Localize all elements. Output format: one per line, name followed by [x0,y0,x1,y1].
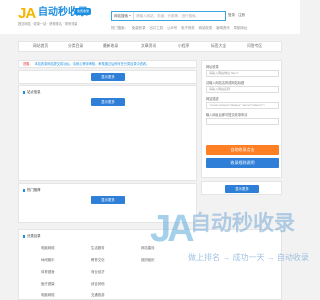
search-bar: 网站搜索 [111,11,226,21]
hot-word[interactable]: 导航网址 [234,26,248,30]
panel-title: 分类目录 [23,233,41,238]
chevron-down-icon [129,15,131,16]
side-label: 网站描述 [206,97,219,101]
notice-text: 本站收录网站提交成功后，请耐心等待审核，审核通过后即可在分类目录中查看。 [34,62,150,66]
nav-item-tags[interactable]: 标签大全 [211,42,226,51]
nav-item-articles[interactable]: 文章资讯 [141,42,156,51]
title-marker-icon [23,188,25,192]
side-label: 请输入网站名称或网站标题 [206,81,245,85]
hot-word[interactable]: 新闻资讯 [216,26,230,30]
show-more-button[interactable]: 显示更多 [225,185,259,193]
watermark-mark: JA [150,208,195,250]
search-type-select[interactable]: 网站搜索 [112,12,134,20]
rules-button[interactable]: 收录规则说明 [206,158,279,168]
title-marker-icon [23,234,25,238]
panel-title-text: 站点信息 [27,90,41,94]
site-info-panel: 站点信息 显示更多 [18,85,197,181]
hot-search-words: 热门搜索： 免费收录 出口工具 公众号 电子商务 网站收录 新闻资讯 导航网址 [111,25,250,30]
url-field[interactable]: 请输入网站地址 http:// [206,70,279,77]
meta-field[interactable]: <meta content="always" name="referrer"> [206,102,279,109]
category-item[interactable]: 电脑网络 [41,245,55,250]
side-label: 网址收录 [206,65,219,69]
login-link[interactable]: 登录 [228,13,235,17]
submit-sidebar: 网址收录 请输入网站地址 http:// 请输入网站名称或网站标题 请输入网站名… [201,60,282,178]
submit-site-button[interactable]: 自助收录点击 [206,145,279,155]
category-item[interactable]: 医疗健康 [41,281,55,286]
search-type-label: 网站搜索 [114,14,128,18]
hot-search-label: 热门搜索： [111,26,128,30]
watermark-slogan: 做上排名 → 成功一天 → 自动收录 [188,253,309,262]
watermark-text: 自动秒收录 [190,212,295,235]
hot-word[interactable]: 电子商务 [181,26,195,30]
logo-mark: JA [18,5,36,22]
nav-item-latest[interactable]: 最新收录 [103,42,118,51]
site-slogan: 提交网站 · 收录一站 · 获得排名 · 带来流量 [18,22,78,26]
page: JA 自动秒收录 免费收录 提交网站 · 收录一站 · 获得排名 · 带来流量 … [0,0,309,300]
side-more-panel: 显示更多 [201,181,282,195]
site-header: JA 自动秒收录 免费收录 提交网站 · 收录一站 · 获得排名 · 带来流量 … [0,0,300,34]
category-item[interactable]: 教育文化 [91,257,105,262]
register-link[interactable]: 注册 [238,13,245,17]
panel-title-text: 热门推荐 [27,188,41,192]
show-more-button[interactable]: 显示更多 [91,196,125,204]
main-nav: 网站首页 分类目录 最新收录 文章资讯 小程序 标签大全 问答专区 [18,41,282,52]
notice-bar: 提醒： 本站收录网站提交成功后，请耐心等待审核，审核通过后即可在分类目录中查看。 [18,60,197,68]
site-name-field[interactable]: 请输入网站名称 [206,86,279,93]
panel-title: 站点信息 [23,89,41,94]
panel-title-text: 分类目录 [27,234,41,238]
logo-badge: 免费收录 [75,8,92,15]
nav-item-qa[interactable]: 问答专区 [247,42,262,51]
hot-word[interactable]: 免费收录 [132,26,146,30]
category-item[interactable]: 交通旅游 [91,292,105,297]
search-input[interactable] [136,12,224,20]
category-item[interactable]: 商业经济 [91,269,105,274]
category-item[interactable]: 综合其他 [91,281,105,286]
hot-word[interactable]: 公众号 [167,26,177,30]
category-item[interactable]: 生活服务 [91,245,105,250]
panel-title: 热门推荐 [23,187,41,192]
show-more-button[interactable]: 显示更多 [91,73,125,81]
nav-item-home[interactable]: 网站首页 [33,42,48,51]
nav-item-directory[interactable]: 分类目录 [68,42,83,51]
notice-tag: 提醒： [23,62,33,66]
submit-panel: 显示更多 [18,70,197,84]
category-item[interactable]: 体育健身 [41,269,55,274]
show-more-button[interactable]: 显示更多 [91,98,125,106]
header-links: 登录 注册 [228,13,248,18]
side-label: 输入网址后即可提交收录申请 [206,113,248,117]
hot-word[interactable]: 网站收录 [199,26,213,30]
category-item[interactable]: 电脑网络 [41,292,55,297]
title-marker-icon [23,90,25,94]
extra-field[interactable] [206,118,279,125]
watermark-logo: JA 自动秒收录 做上排名 → 成功一天 → 自动收录 [150,205,309,300]
nav-item-miniprogram[interactable]: 小程序 [178,42,189,51]
category-item[interactable]: 休闲娱乐 [41,257,55,262]
hot-word[interactable]: 出口工具 [149,26,163,30]
